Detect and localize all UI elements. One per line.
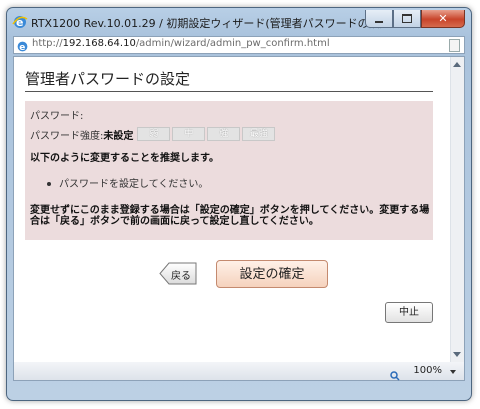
address-host: 192.168.64.10	[62, 38, 136, 49]
maximize-button[interactable]	[393, 10, 421, 28]
recommend-text: 以下のように変更することを推奨します。	[30, 153, 219, 164]
page-icon	[449, 39, 460, 52]
page-content: 管理者パスワードの設定 パスワード: パスワード強度: 未設定 弱 中 強 最強…	[13, 56, 465, 363]
address-text: http://192.168.64.10/admin/wizard/admin_…	[32, 38, 330, 49]
zoom-icon[interactable]	[390, 366, 400, 381]
recommend-item: パスワードを設定してください。	[47, 175, 208, 190]
title-divider	[25, 91, 433, 92]
confirm-panel: パスワード: パスワード強度: 未設定 弱 中 強 最強 以下のように変更するこ…	[25, 101, 433, 240]
strength-value: 未設定	[103, 130, 134, 142]
svg-text:e: e	[19, 43, 25, 53]
strength-row: パスワード強度: 未設定 弱 中 強 最強	[30, 127, 277, 142]
close-icon: ✕	[438, 12, 448, 25]
recommend-item-text: パスワードを設定してください。	[59, 179, 209, 190]
strength-label: パスワード強度:	[30, 130, 104, 142]
address-path: /admin/wizard/admin_pw_confirm.html	[135, 38, 330, 49]
close-button[interactable]: ✕	[421, 10, 465, 28]
minimize-button[interactable]	[365, 10, 393, 28]
ie-icon: e	[12, 14, 28, 30]
browser-window: e RTX1200 Rev.10.01.29 / 初期設定ウィザード(管理者パス…	[6, 7, 472, 401]
back-button-label: 戻る	[171, 271, 191, 282]
address-prefix: http://	[32, 38, 63, 49]
vertical-scrollbar[interactable]	[450, 57, 464, 362]
minimize-icon	[375, 20, 383, 23]
back-button[interactable]: 戻る	[159, 262, 197, 285]
maximize-icon	[402, 14, 412, 23]
bullet-icon	[47, 182, 51, 186]
title-bar[interactable]: e RTX1200 Rev.10.01.29 / 初期設定ウィザード(管理者パス…	[7, 8, 471, 36]
address-bar[interactable]: e http://192.168.64.10/admin/wizard/admi…	[13, 36, 465, 54]
strength-level-medium: 中	[172, 127, 206, 141]
window-controls: ✕	[365, 10, 465, 28]
cancel-button[interactable]: 中止	[385, 302, 433, 323]
scroll-down-icon[interactable]	[453, 352, 461, 357]
status-bar: 100%	[13, 362, 465, 381]
password-label: パスワード:	[30, 111, 84, 122]
ie-page-icon: e	[16, 38, 29, 53]
zoom-dropdown-icon[interactable]	[450, 370, 456, 374]
page-title: 管理者パスワードの設定	[25, 70, 191, 88]
note-text: 変更せずにこのまま登録する場合は「設定の確定」ボタンを押してください。変更する場…	[30, 205, 430, 227]
scroll-up-icon[interactable]	[453, 62, 461, 67]
strength-level-strongest: 最強	[242, 127, 276, 141]
zoom-level[interactable]: 100%	[413, 365, 442, 376]
confirm-settings-button[interactable]: 設定の確定	[216, 260, 328, 288]
strength-level-strong: 強	[207, 127, 241, 141]
strength-level-weak: 弱	[137, 127, 171, 141]
window-title: RTX1200 Rev.10.01.29 / 初期設定ウィザード(管理者パスワー…	[31, 17, 381, 30]
